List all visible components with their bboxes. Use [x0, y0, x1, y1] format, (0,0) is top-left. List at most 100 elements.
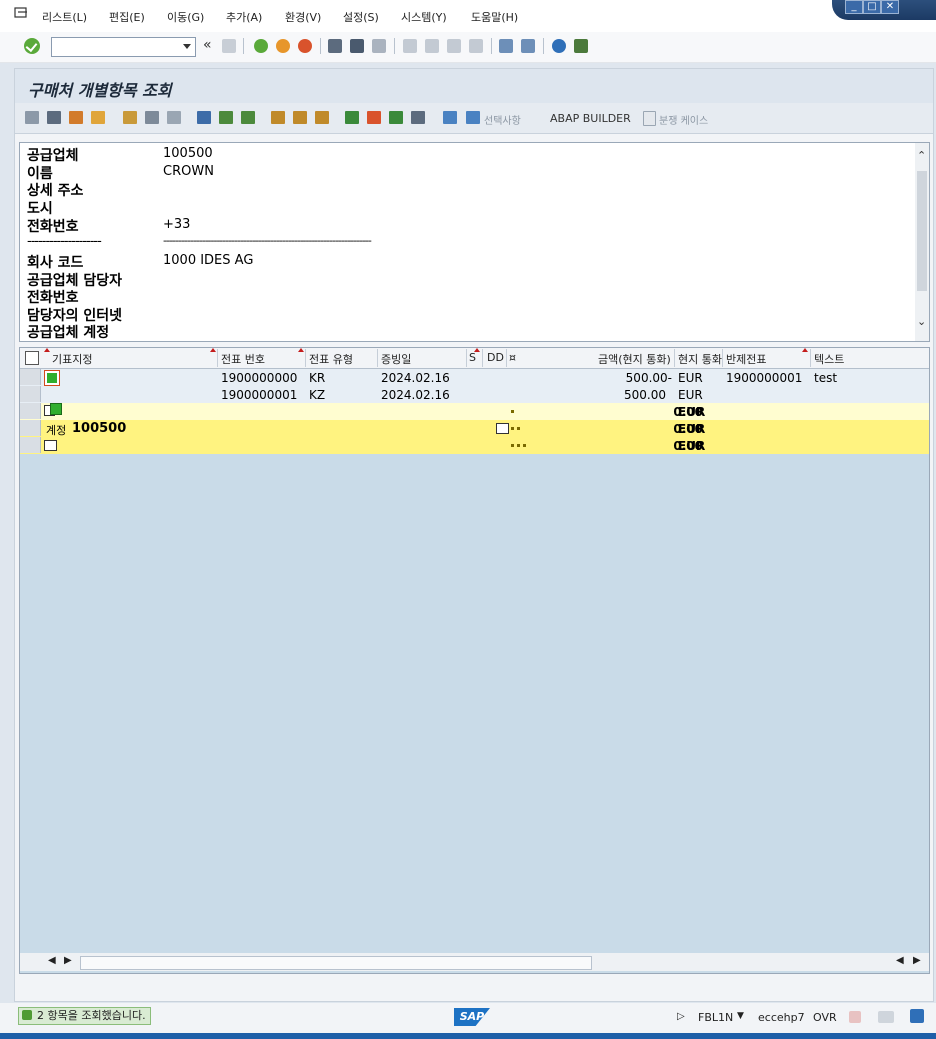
abap-builder-button[interactable]: ABAP BUILDER	[550, 112, 631, 125]
dynamic-selections-icon[interactable]	[145, 111, 159, 124]
column-header-status[interactable]: S	[469, 351, 476, 364]
header-scroll-thumb[interactable]	[917, 171, 927, 291]
column-header-clearing-doc[interactable]: 반제전표	[726, 351, 766, 367]
menu-goto[interactable]: 이동(G)	[167, 9, 204, 25]
input-mode[interactable]: OVR	[813, 1011, 837, 1024]
scroll-left-icon[interactable]: ◀	[48, 955, 56, 966]
exit-icon[interactable]	[276, 39, 290, 53]
grid-horizontal-scrollbar[interactable]: ◀ ▶ ◀ ▶	[20, 953, 929, 971]
menu-extras[interactable]: 추가(A)	[226, 9, 262, 25]
column-header-amount[interactable]: 금액(현지 통화)	[598, 351, 671, 367]
choose-layout-icon[interactable]	[293, 111, 307, 124]
close-button[interactable]: ✕	[881, 0, 899, 14]
column-header-currency-symbol[interactable]: ¤	[509, 351, 516, 364]
selections-icon[interactable]	[123, 111, 137, 124]
selection-info-label[interactable]: 선택사항	[484, 112, 521, 127]
command-dropdown-icon[interactable]	[183, 44, 191, 49]
maximize-button[interactable]: □	[863, 0, 881, 14]
display-document-icon[interactable]	[25, 111, 39, 124]
sort-ascending-icon[interactable]	[219, 111, 233, 124]
sort-descending-icon[interactable]	[241, 111, 255, 124]
customize-layout-icon[interactable]	[574, 39, 588, 53]
save-icon[interactable]	[222, 39, 236, 53]
column-divider	[506, 349, 507, 367]
last-page-icon[interactable]	[469, 39, 483, 53]
table-row[interactable]: 1900000000 KR 2024.02.16 500.00- EUR 190…	[20, 369, 929, 386]
deselect-all-icon[interactable]	[91, 111, 105, 124]
row-selector[interactable]	[20, 386, 41, 402]
column-header-local-currency[interactable]: 현지 통화	[678, 351, 722, 367]
scroll-far-right-icon[interactable]: ▶	[913, 955, 921, 966]
table-row[interactable]: 1900000001 KZ 2024.02.16 500.00 EUR	[20, 386, 929, 403]
new-session-icon[interactable]	[499, 39, 513, 53]
lock-icon[interactable]	[910, 1009, 924, 1023]
scroll-down-icon[interactable]: ⌄	[917, 315, 926, 328]
command-field[interactable]	[51, 37, 196, 57]
scroll-right-icon[interactable]: ▶	[64, 955, 72, 966]
menu-edit[interactable]: 편집(E)	[109, 9, 145, 25]
column-header-doc-no[interactable]: 전표 번호	[221, 351, 265, 367]
cancel-icon[interactable]	[298, 39, 312, 53]
grid-scroll-thumb[interactable]	[80, 956, 592, 970]
minimize-button[interactable]: _	[845, 0, 863, 14]
select-all-icon[interactable]	[69, 111, 83, 124]
toolbar-divider	[320, 38, 321, 54]
information-icon[interactable]	[443, 111, 457, 124]
first-page-icon[interactable]	[403, 39, 417, 53]
account-total-row[interactable]: 계정 100500 0.00 EUR	[20, 420, 929, 437]
refresh-icon[interactable]	[167, 111, 181, 124]
change-layout-icon[interactable]	[271, 111, 285, 124]
find-icon[interactable]	[350, 39, 364, 53]
column-header-doc-type[interactable]: 전표 유형	[309, 351, 353, 367]
system-info-dropdown-icon[interactable]: ▼	[737, 1011, 744, 1021]
row-selector[interactable]	[20, 420, 41, 436]
back-icon[interactable]	[254, 39, 268, 53]
header-scrollbar[interactable]: ⌃ ⌄	[915, 143, 929, 341]
help-icon[interactable]	[552, 39, 566, 53]
title-bar: 구매처 개별항목 조회	[15, 69, 933, 103]
row-selector[interactable]	[20, 369, 41, 385]
find-next-icon[interactable]	[372, 39, 386, 53]
print-icon[interactable]	[328, 39, 342, 53]
dispute-case-button[interactable]: 분쟁 케이스	[659, 112, 708, 127]
filter-icon[interactable]	[197, 111, 211, 124]
column-header-posting-key[interactable]: 기표지정	[52, 351, 92, 367]
performance-icon	[878, 1011, 894, 1023]
expand-icon[interactable]	[389, 111, 403, 124]
bottom-border	[0, 1033, 936, 1039]
scroll-far-left-icon[interactable]: ◀	[896, 955, 904, 966]
select-all-rows-icon[interactable]	[25, 351, 39, 365]
enter-icon[interactable]	[24, 38, 40, 54]
menu-environment[interactable]: 환경(V)	[285, 9, 321, 25]
next-page-icon[interactable]	[447, 39, 461, 53]
shortcut-icon[interactable]	[521, 39, 535, 53]
grand-total-row[interactable]: 0.00 EUR	[20, 437, 929, 454]
subtotal-icon[interactable]	[367, 111, 381, 124]
menu-help[interactable]: 도움말(H)	[471, 9, 518, 25]
total-icon[interactable]	[345, 111, 359, 124]
row-selector[interactable]	[20, 403, 41, 419]
column-divider	[305, 349, 306, 367]
amount-cell: 500.00-	[625, 371, 672, 385]
collapse-icon[interactable]	[411, 111, 425, 124]
save-layout-icon[interactable]	[315, 111, 329, 124]
column-header-doc-date[interactable]: 증빙일	[381, 351, 411, 367]
system-menu-icon[interactable]	[14, 7, 28, 19]
status-expand-icon[interactable]: ▷	[677, 1011, 685, 1022]
menu-list[interactable]: 리스트(L)	[42, 9, 87, 25]
selection-info-icon[interactable]	[466, 111, 480, 124]
column-header-text[interactable]: 텍스트	[814, 351, 844, 367]
status-message[interactable]: 2 항목을 조회했습니다.	[18, 1007, 151, 1025]
change-document-icon[interactable]	[47, 111, 61, 124]
column-header-due-date[interactable]: DD	[487, 351, 504, 364]
menu-system[interactable]: 시스템(Y)	[401, 9, 447, 25]
row-selector[interactable]	[20, 437, 41, 453]
subtotal-level-icon	[496, 423, 509, 434]
sort-indicator-icon	[474, 348, 480, 352]
doc-type-cell: KR	[309, 371, 326, 385]
scroll-up-icon[interactable]: ⌃	[917, 149, 926, 162]
command-history-icon[interactable]: «	[203, 37, 212, 53]
menu-settings[interactable]: 설정(S)	[343, 9, 379, 25]
subtotal-row[interactable]: 0.00 EUR	[20, 403, 929, 420]
previous-page-icon[interactable]	[425, 39, 439, 53]
